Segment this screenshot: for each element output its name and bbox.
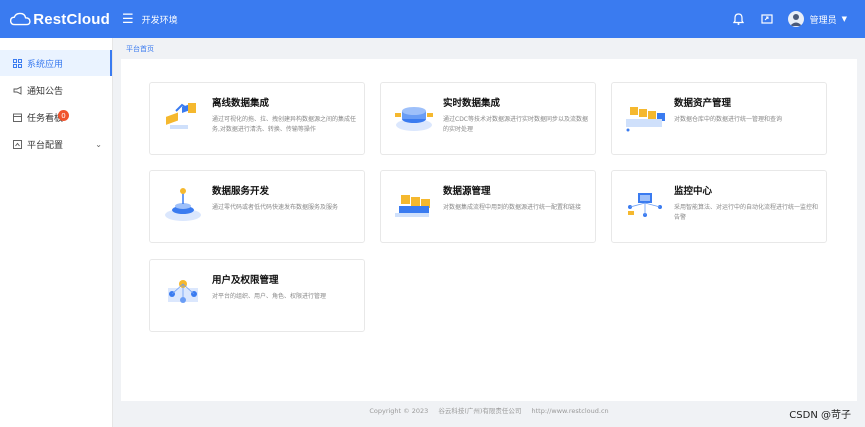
sidebar: 系统应用 通知公告 任务看板 0 平台配置 ⌄ xyxy=(0,38,113,427)
menu-icon: ☰ xyxy=(122,11,134,27)
card-title: 用户及权限管理 xyxy=(212,275,279,286)
user-name[interactable]: 管理员 xyxy=(810,13,837,26)
footer: Copyright © 2023 谷云科技(广州)有限责任公司 http://w… xyxy=(113,405,865,415)
card-description: 通过CDC等技术对数据源进行实时数据同步以及流数据的实时处理 xyxy=(443,116,589,133)
card-title: 数据源管理 xyxy=(443,186,491,197)
bell-icon[interactable] xyxy=(732,12,746,26)
chevron-down-icon: ⌄ xyxy=(95,139,102,149)
sidebar-item-system-apps[interactable]: 系统应用 xyxy=(0,50,112,76)
sidebar-item-notices[interactable]: 通知公告 xyxy=(0,77,112,103)
main-content: 离线数据集成 通过可视化的拖、拉、拽创建异构数据源之间的集成任务,对数据进行清洗… xyxy=(121,59,857,401)
card-description: 对数据集成流程中用到的数据源进行统一配置和链接 xyxy=(443,204,582,211)
avatar[interactable] xyxy=(787,11,804,27)
watermark: CSDN @苛子 xyxy=(789,410,851,421)
card-description: 通过零代码或者低代码快速发布数据服务及服务 xyxy=(212,204,339,211)
chevron-down-icon[interactable]: ▼ xyxy=(842,15,847,23)
card-title: 离线数据集成 xyxy=(212,98,270,109)
card-description: 通过可视化的拖、拉、拽创建异构数据源之间的集成任务,对数据进行清洗、转换、传输等… xyxy=(212,116,357,133)
calendar-icon xyxy=(12,112,22,122)
settings-box-icon xyxy=(12,139,22,149)
card-user-permission-mgmt[interactable]: 用户及权限管理 对平台的组织、用户、角色、权限进行管理 xyxy=(149,259,365,332)
card-monitoring-center[interactable]: 监控中心 采用智能算法、对运行中的自动化流程进行统一监控和告警 xyxy=(611,170,827,243)
breadcrumb[interactable]: 平台首页 xyxy=(126,44,154,54)
offline-integration-icon xyxy=(166,103,196,129)
env-label: 开发环境 xyxy=(141,15,178,26)
company-name: 谷云科技(广州)有限责任公司 xyxy=(438,407,522,415)
sidebar-item-task-board[interactable]: 任务看板 0 xyxy=(0,104,112,130)
data-service-dev-icon xyxy=(165,188,201,221)
card-realtime-integration[interactable]: 实时数据集成 通过CDC等技术对数据源进行实时数据同步以及流数据的实时处理 xyxy=(380,82,596,155)
card-description: 采用智能算法、对运行中的自动化流程进行统一监控和告警 xyxy=(674,204,819,221)
datasource-mgmt-icon xyxy=(395,195,430,217)
card-description: 对平台的组织、用户、角色、权限进行管理 xyxy=(212,293,327,300)
sidebar-item-label: 系统应用 xyxy=(27,59,64,70)
monitoring-center-icon xyxy=(628,193,662,217)
grid-icon xyxy=(12,58,22,68)
data-assets-icon xyxy=(626,107,665,132)
sidebar-item-label: 通知公告 xyxy=(27,86,64,97)
card-title: 实时数据集成 xyxy=(443,98,501,109)
card-data-assets[interactable]: 数据资产管理 对数据仓库中的数据进行统一管理和查询 xyxy=(611,82,827,155)
company-url[interactable]: http://www.restcloud.cn xyxy=(532,407,609,415)
card-title: 监控中心 xyxy=(674,186,713,197)
task-count-badge: 0 xyxy=(58,110,69,121)
sidebar-item-label: 平台配置 xyxy=(27,140,64,151)
env-menu-toggle[interactable]: ☰ 开发环境 xyxy=(122,13,178,26)
top-bar: RestCloud ☰ 开发环境 管理员 ▼ xyxy=(0,0,865,38)
sidebar-item-platform-config[interactable]: 平台配置 ⌄ xyxy=(0,131,112,157)
screen-share-icon[interactable] xyxy=(760,12,774,26)
copyright-text: Copyright © 2023 xyxy=(369,407,429,415)
user-permission-icon xyxy=(168,280,198,303)
card-title: 数据服务开发 xyxy=(212,186,270,197)
card-datasource-mgmt[interactable]: 数据源管理 对数据集成流程中用到的数据源进行统一配置和链接 xyxy=(380,170,596,243)
logo-text: RestCloud xyxy=(33,10,110,28)
card-data-service-dev[interactable]: 数据服务开发 通过零代码或者低代码快速发布数据服务及服务 xyxy=(149,170,365,243)
card-description: 对数据仓库中的数据进行统一管理和查询 xyxy=(674,116,783,123)
cloud-logo-icon xyxy=(10,12,31,26)
megaphone-icon xyxy=(12,85,22,95)
card-title: 数据资产管理 xyxy=(674,98,732,109)
realtime-integration-icon xyxy=(395,107,433,131)
logo[interactable]: RestCloud xyxy=(0,0,110,38)
card-offline-integration[interactable]: 离线数据集成 通过可视化的拖、拉、拽创建异构数据源之间的集成任务,对数据进行清洗… xyxy=(149,82,365,155)
